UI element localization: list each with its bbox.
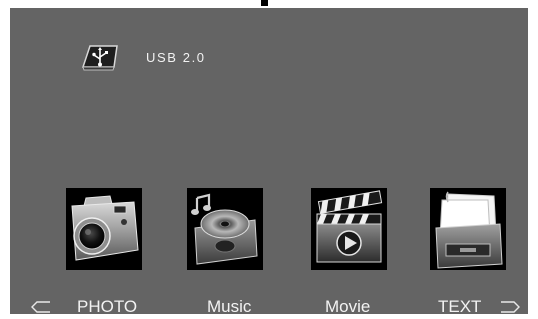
menu-label-music[interactable]: Music <box>207 295 251 319</box>
clapperboard-icon <box>311 188 387 270</box>
menu-label-photo[interactable]: PHOTO <box>77 295 137 319</box>
nav-right-arrow-icon[interactable] <box>500 300 520 314</box>
music-player-icon <box>187 188 263 270</box>
file-cabinet-icon <box>430 188 506 270</box>
menu-labels-row: PHOTO Music Movie TEXT <box>10 295 528 319</box>
menu-tile-music[interactable] <box>187 188 263 270</box>
menu-label-movie[interactable]: Movie <box>325 295 370 319</box>
menu-label-text[interactable]: TEXT <box>438 295 481 319</box>
usb-drive-icon <box>81 45 118 71</box>
device-label: USB 2.0 <box>146 50 206 65</box>
menu-tile-photo[interactable] <box>66 188 142 270</box>
media-menu-panel: USB 2.0 PHOTO Music Movie TEXT <box>10 8 528 316</box>
nav-left-arrow-icon[interactable] <box>31 300 51 314</box>
device-indicator[interactable]: USB 2.0 <box>80 44 206 71</box>
top-border <box>0 0 538 8</box>
media-player-screen: USB 2.0 PHOTO Music Movie TEXT <box>0 0 538 317</box>
menu-tile-movie[interactable] <box>311 188 387 270</box>
menu-tile-text[interactable] <box>430 188 506 270</box>
top-marker <box>261 0 268 6</box>
camera-icon <box>66 188 142 270</box>
